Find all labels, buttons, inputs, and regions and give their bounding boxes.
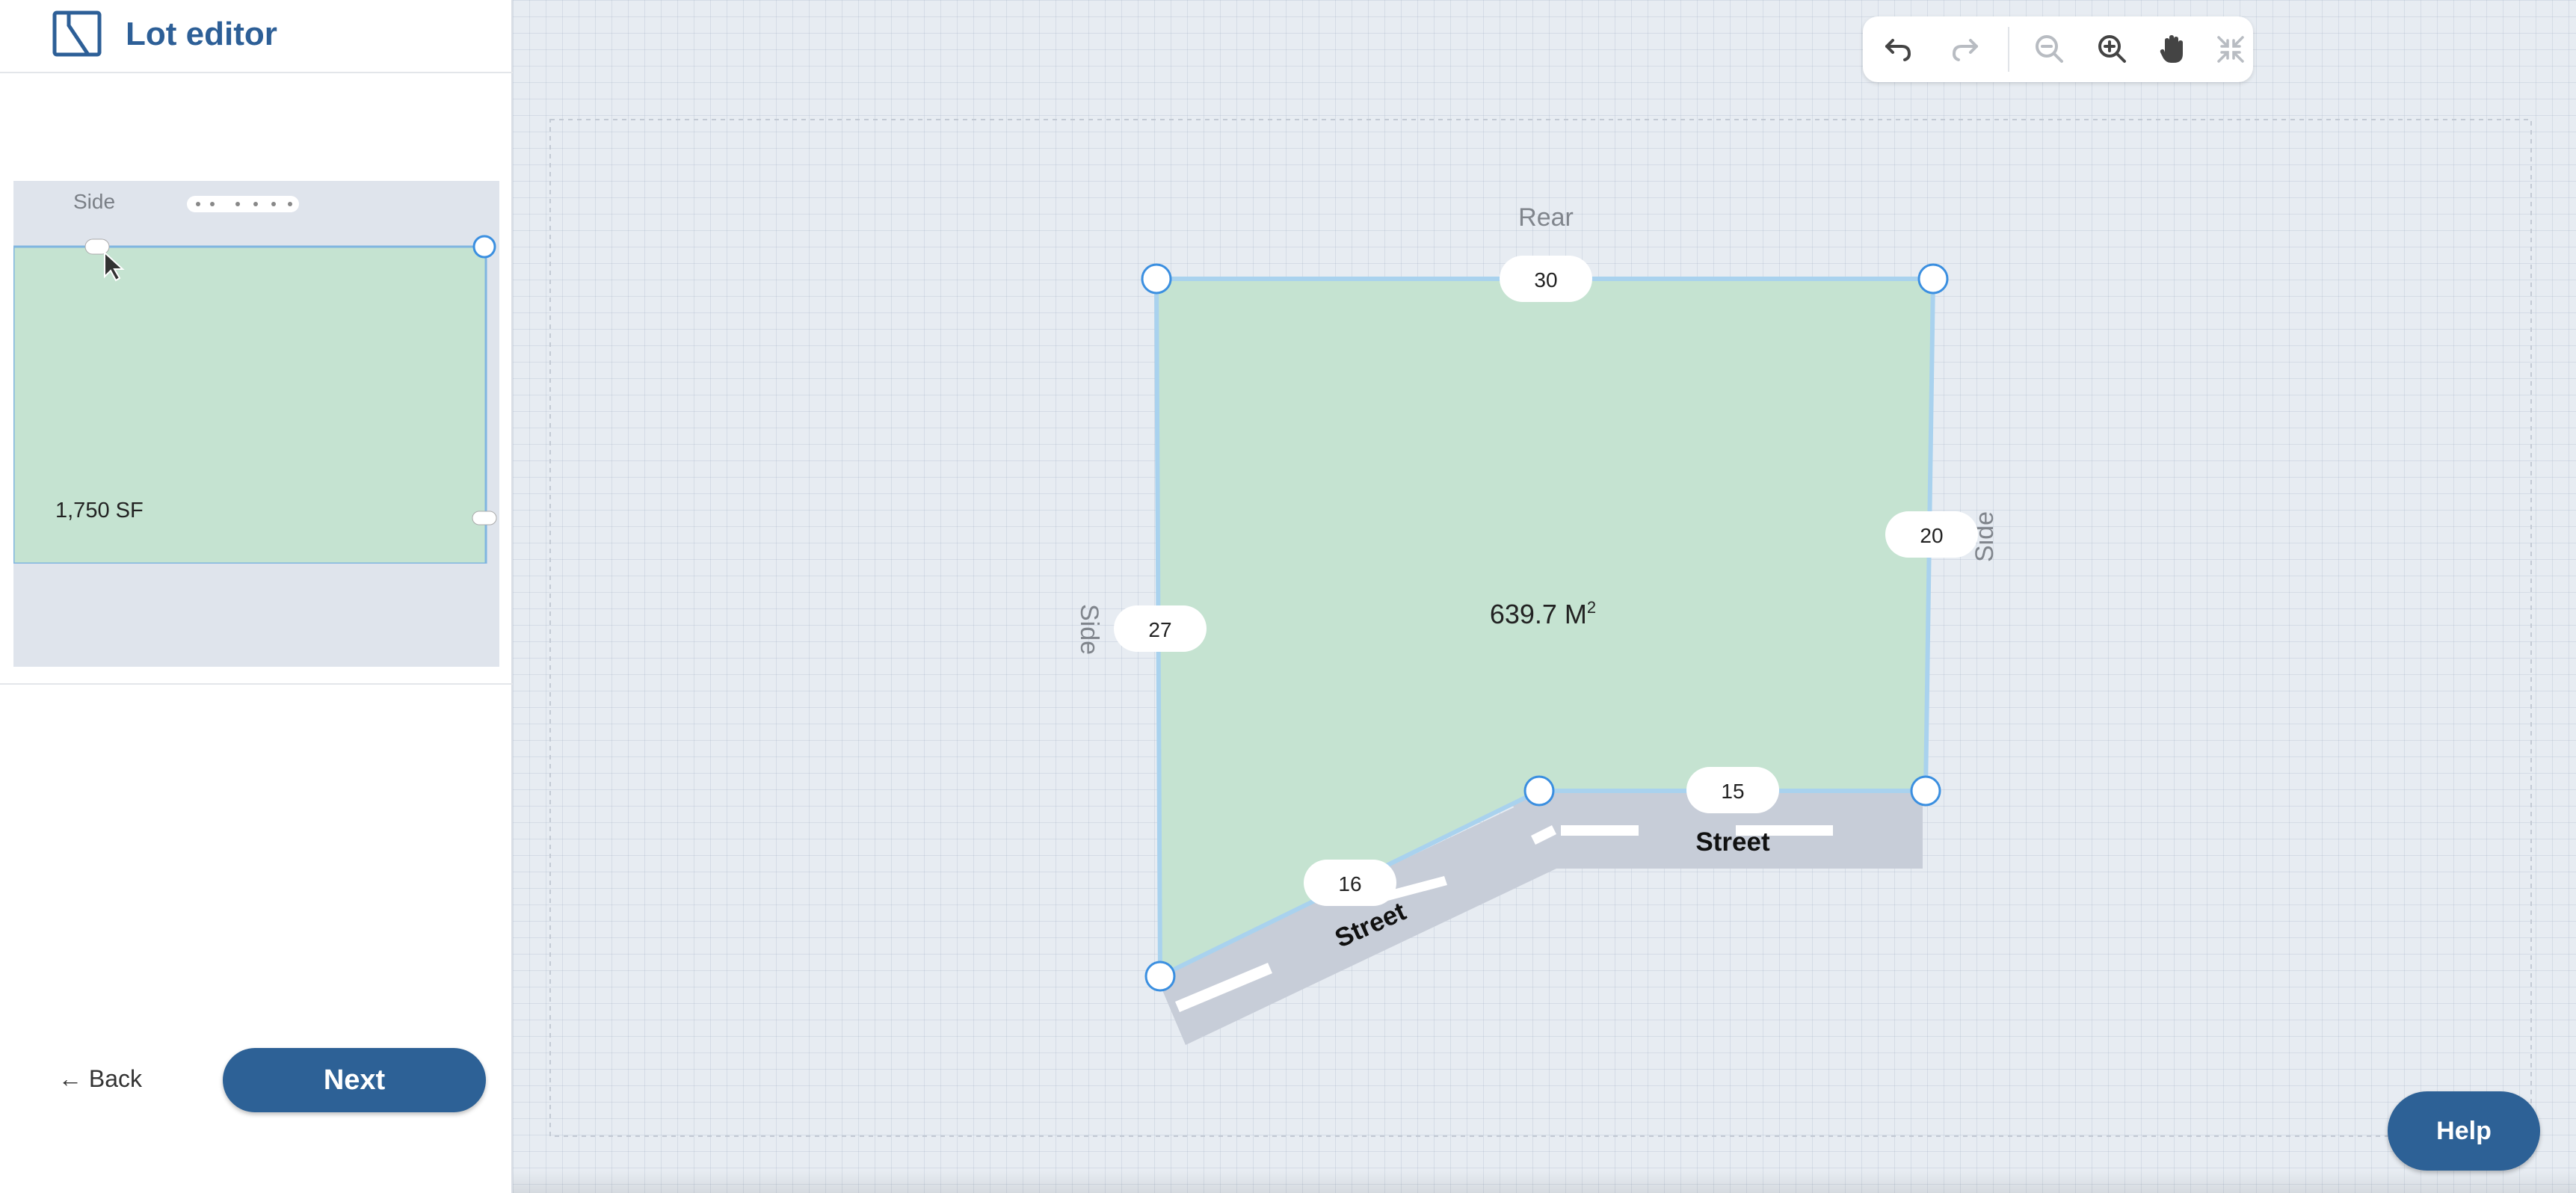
- vertex-handle[interactable]: [1141, 263, 1172, 295]
- preview-edge-handle[interactable]: [84, 238, 110, 255]
- lot-preview-svg: Side 1,750 SF: [13, 190, 499, 667]
- next-button[interactable]: Next: [223, 1048, 486, 1112]
- preview-area-label: 1,750 SF: [55, 499, 144, 522]
- rear-length-value: 30: [1534, 268, 1557, 292]
- angled-street-length-value: 16: [1338, 872, 1361, 895]
- lot-canvas[interactable]: Rear Side Side Street Street 639.7 M2 30…: [513, 0, 2576, 1193]
- vertex-handle[interactable]: [1523, 775, 1555, 807]
- vertex-handle[interactable]: [1144, 961, 1176, 992]
- vertex-handle[interactable]: [1917, 263, 1949, 295]
- sidebar-header: Lot editor: [0, 0, 513, 73]
- lot-drawing: Rear Side Side Street Street 639.7 M2 30…: [549, 119, 2532, 1137]
- canvas-bottom-shade: [513, 1171, 2576, 1193]
- left-side-edge-label: Side: [1075, 604, 1103, 655]
- sidebar: Lot editor Side 1,750 SF ← Back Next: [0, 0, 513, 1193]
- lot-logo-icon: [52, 10, 102, 57]
- help-button[interactable]: Help: [2388, 1091, 2540, 1171]
- undo-icon[interactable]: [1878, 30, 1917, 69]
- fit-screen-icon[interactable]: [2211, 30, 2250, 69]
- hand-icon[interactable]: [2153, 30, 2192, 69]
- back-button[interactable]: ← Back: [58, 1060, 142, 1097]
- rear-edge-label: Rear: [1518, 203, 1574, 232]
- preview-vertex-handle[interactable]: [472, 235, 496, 259]
- preview-mini-toolbar: [187, 196, 299, 212]
- canvas-toolbar: [1863, 16, 2253, 82]
- redo-icon[interactable]: [1947, 30, 1985, 69]
- right-side-length-value: 20: [1920, 524, 1943, 547]
- sidebar-divider: [0, 683, 513, 685]
- preview-edge-handle[interactable]: [472, 511, 497, 525]
- preview-side-label: Side: [73, 190, 115, 213]
- zoom-in-icon[interactable]: [2093, 30, 2132, 69]
- front-street-length-value: 15: [1721, 780, 1744, 803]
- vertex-handle[interactable]: [1910, 775, 1941, 807]
- lot-area-label: 639.7 M2: [1490, 598, 1596, 629]
- app-title: Lot editor: [126, 16, 277, 52]
- front-street-label: Street: [1695, 827, 1770, 857]
- lot-preview-thumbnail[interactable]: Side 1,750 SF: [13, 181, 499, 667]
- left-side-length-value: 27: [1148, 618, 1171, 641]
- toolbar-separator: [2008, 27, 2009, 72]
- zoom-out-icon[interactable]: [2030, 30, 2069, 69]
